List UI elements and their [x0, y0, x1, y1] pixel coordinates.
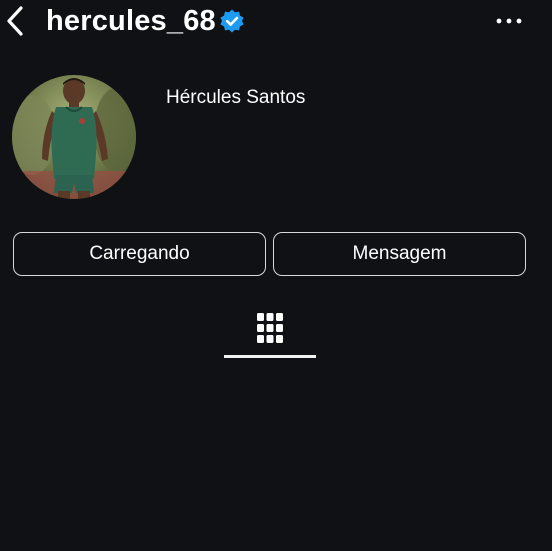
- more-options-button[interactable]: [494, 10, 524, 32]
- grid-icon: [257, 313, 283, 343]
- back-button[interactable]: [2, 4, 28, 38]
- profile-full-name: Hércules Santos: [166, 87, 306, 108]
- active-tab-indicator: [224, 355, 316, 358]
- avatar[interactable]: [12, 75, 136, 199]
- top-bar: hercules_68: [0, 0, 552, 44]
- more-horizontal-icon: [496, 18, 522, 24]
- chevron-left-icon: [7, 6, 23, 36]
- verified-badge-icon: [220, 9, 244, 33]
- message-button[interactable]: Mensagem: [273, 232, 526, 276]
- tab-posts-grid[interactable]: [224, 304, 316, 358]
- profile-screen: hercules_68 Hércules Santos Carregando M…: [0, 0, 552, 551]
- profile-username: hercules_68: [46, 5, 216, 37]
- follow-button[interactable]: Carregando: [13, 232, 266, 276]
- profile-photo: [12, 75, 136, 199]
